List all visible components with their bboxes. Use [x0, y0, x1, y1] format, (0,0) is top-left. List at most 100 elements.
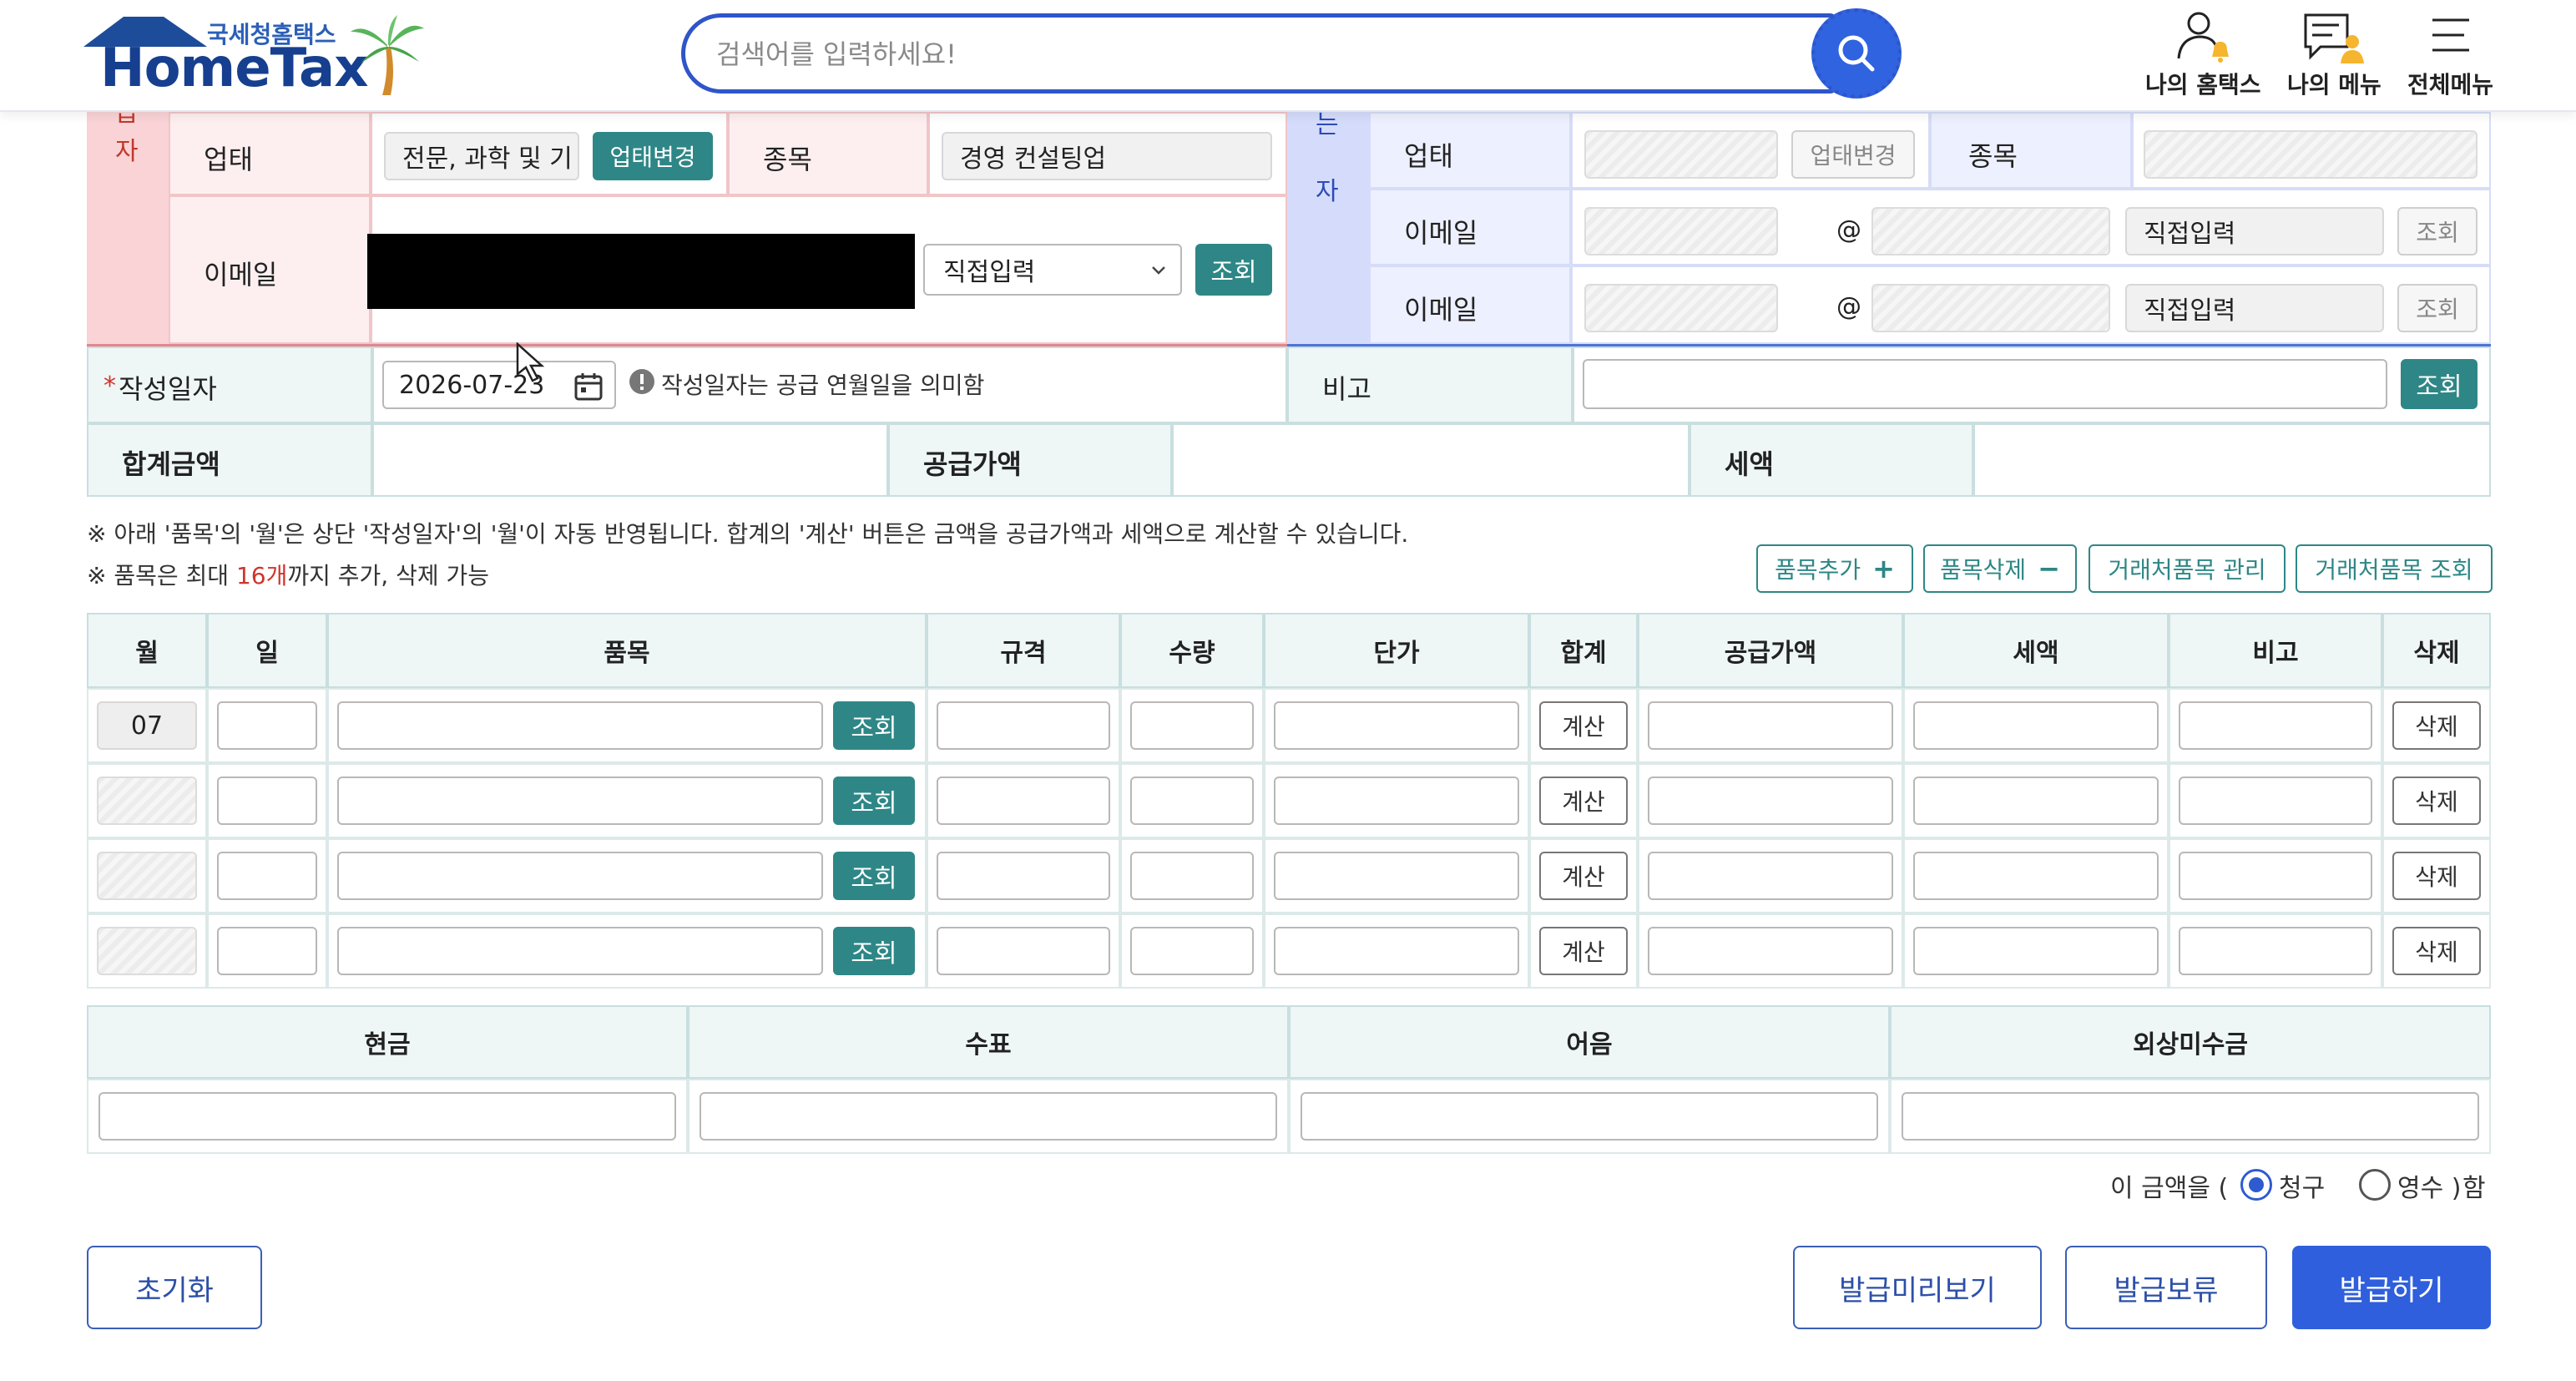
recipient-email1-at: @ [1836, 215, 1861, 245]
minus-icon: − [2038, 553, 2060, 584]
supplier-email-domain-select[interactable]: 직접입력 [923, 244, 1182, 296]
day-input[interactable] [217, 701, 317, 750]
supplier-side-label-bottom: 자 [115, 137, 139, 166]
price-input[interactable] [1274, 701, 1519, 750]
tax-input[interactable] [1913, 776, 2159, 825]
supply-input[interactable] [1648, 701, 1893, 750]
item-name-input[interactable] [337, 701, 823, 750]
calc-button[interactable]: 계산 [1539, 852, 1628, 900]
recipient-business-type-change-button: 업태변경 [1791, 130, 1915, 179]
day-input[interactable] [217, 852, 317, 900]
items-header-delete: 삭제 [2382, 613, 2491, 688]
remark-input[interactable] [2179, 701, 2372, 750]
logo-text[interactable]: HomeTax [100, 38, 368, 99]
calc-button[interactable]: 계산 [1539, 776, 1628, 825]
nav-all-menu[interactable]: 전체메뉴 [2407, 67, 2493, 100]
add-item-button[interactable]: 품목추가 + [1756, 544, 1913, 593]
spec-input[interactable] [937, 701, 1110, 750]
qty-input[interactable] [1130, 927, 1254, 975]
preview-issue-button[interactable]: 발급미리보기 [1793, 1246, 2042, 1329]
delete-row-button[interactable]: 삭제 [2392, 927, 2481, 975]
supplier-email-domain-value: 직접입력 [943, 258, 1036, 287]
qty-input[interactable] [1130, 701, 1254, 750]
day-input[interactable] [217, 927, 317, 975]
spec-input[interactable] [937, 852, 1110, 900]
item-name-input[interactable] [337, 776, 823, 825]
supply-input[interactable] [1648, 776, 1893, 825]
redacted-email-block [367, 234, 915, 309]
payment-note-input[interactable] [1301, 1092, 1878, 1141]
supply-input[interactable] [1648, 927, 1893, 975]
search-icon [1838, 35, 1875, 72]
my-hometax-icon[interactable] [2170, 8, 2237, 67]
lookup-partner-items-button[interactable]: 거래처품목 조회 [2296, 544, 2493, 593]
remark-input[interactable] [2179, 852, 2372, 900]
price-input[interactable] [1274, 927, 1519, 975]
item-lookup-button[interactable]: 조회 [833, 776, 915, 825]
note-line-2-highlight: 16개 [235, 562, 288, 589]
payment-check-input[interactable] [700, 1092, 1277, 1141]
hold-issue-button[interactable]: 발급보류 [2065, 1246, 2267, 1329]
price-input[interactable] [1274, 852, 1519, 900]
remark-lookup-button[interactable]: 조회 [2401, 359, 2478, 409]
item-lookup-button[interactable]: 조회 [833, 852, 915, 900]
tax-input[interactable] [1913, 927, 2159, 975]
supplier-email-lookup-button[interactable]: 조회 [1195, 244, 1272, 296]
spec-input[interactable] [937, 927, 1110, 975]
payment-header-receivable: 외상미수금 [1890, 1005, 2491, 1079]
payment-cash-input[interactable] [98, 1092, 676, 1141]
item-lookup-button[interactable]: 조회 [833, 927, 915, 975]
plus-icon: + [1872, 553, 1895, 584]
qty-input[interactable] [1130, 852, 1254, 900]
supplier-business-type-change-button[interactable]: 업태변경 [593, 132, 713, 180]
tax-input[interactable] [1913, 852, 2159, 900]
price-input[interactable] [1274, 776, 1519, 825]
tax-input[interactable] [1913, 701, 2159, 750]
calendar-icon[interactable] [573, 371, 604, 402]
supplier-business-type-field[interactable]: 전문, 과학 및 기 [384, 132, 579, 180]
my-menu-icon[interactable] [2301, 8, 2367, 67]
recipient-email2-domain-field [1871, 284, 2110, 332]
supplier-item-field[interactable]: 경영 컨설팅업 [942, 132, 1272, 180]
radio-claim[interactable] [2240, 1169, 2272, 1201]
search-placeholder[interactable]: 검색어를 입력하세요! [716, 33, 957, 72]
issue-button[interactable]: 발급하기 [2292, 1246, 2491, 1329]
remark-input[interactable] [2179, 776, 2372, 825]
payment-header-note: 어음 [1289, 1005, 1890, 1079]
payment-receivable-input[interactable] [1902, 1092, 2479, 1141]
search-button[interactable] [1811, 8, 1902, 99]
reset-button[interactable]: 초기화 [87, 1246, 262, 1329]
delete-row-button[interactable]: 삭제 [2392, 701, 2481, 750]
items-header-day: 일 [207, 613, 327, 688]
manage-partner-items-button[interactable]: 거래처품목 관리 [2089, 544, 2286, 593]
item-lookup-button[interactable]: 조회 [833, 701, 915, 750]
nav-my-menu[interactable]: 나의 메뉴 [2287, 67, 2382, 100]
calc-button[interactable]: 계산 [1539, 701, 1628, 750]
day-input[interactable] [217, 776, 317, 825]
total-amount-label: 합계금액 [122, 448, 220, 480]
radio-receipt[interactable] [2359, 1169, 2391, 1201]
hamburger-menu-icon[interactable] [2417, 8, 2484, 67]
note-line-2-suffix: 까지 추가, 삭제 가능 [287, 562, 490, 589]
delete-row-button[interactable]: 삭제 [2392, 776, 2481, 825]
calc-button[interactable]: 계산 [1539, 927, 1628, 975]
recipient-email1-domain-select: 직접입력 [2125, 207, 2384, 255]
supply-input[interactable] [1648, 852, 1893, 900]
nav-my-hometax[interactable]: 나의 홈택스 [2145, 67, 2261, 100]
remove-item-button[interactable]: 품목삭제 − [1923, 544, 2077, 593]
supplier-email-label-cell: 이메일 [169, 195, 371, 344]
items-header-supply: 공급가액 [1638, 613, 1903, 688]
qty-input[interactable] [1130, 776, 1254, 825]
remark-input[interactable] [2179, 927, 2372, 975]
spec-input[interactable] [937, 776, 1110, 825]
recipient-email1-domain-field [1871, 207, 2110, 255]
items-header-item: 품목 [327, 613, 927, 688]
tax-amount-label-cell: 세액 [1690, 423, 1973, 497]
recipient-email2-domain-select: 직접입력 [2125, 284, 2384, 332]
item-name-input[interactable] [337, 927, 823, 975]
recipient-email1-id-field [1584, 207, 1778, 255]
date-label-cell: * 작성일자 [87, 347, 372, 423]
remark-input[interactable] [1583, 359, 2387, 409]
item-name-input[interactable] [337, 852, 823, 900]
delete-row-button[interactable]: 삭제 [2392, 852, 2481, 900]
